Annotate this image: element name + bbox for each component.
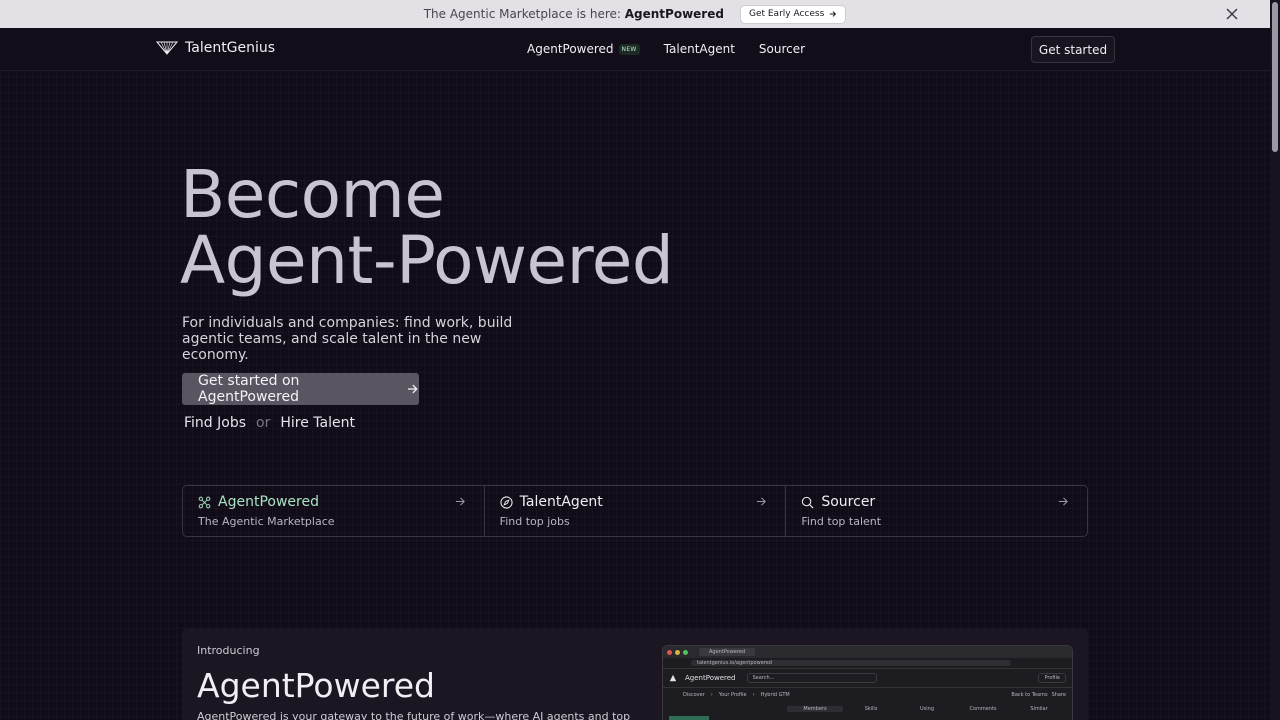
- mock-share: Share: [1051, 692, 1066, 698]
- scrollbar-thumb[interactable]: [1272, 2, 1278, 152]
- close-icon[interactable]: [1224, 6, 1240, 22]
- nav-links: AgentPowered NEW TalentAgent Sourcer: [527, 42, 805, 56]
- announcement-text: The Agentic Marketplace is here: AgentPo…: [423, 7, 724, 21]
- mock-subtab: Members: [787, 706, 843, 712]
- product-name: AgentPowered: [218, 494, 319, 510]
- nav-item-label: AgentPowered: [527, 42, 614, 56]
- mock-crumb: Your Profile: [718, 692, 747, 698]
- compass-icon: [500, 495, 513, 509]
- mock-breadcrumbs: Discover › Your Profile › Hybrid GTM Bac…: [683, 692, 1066, 698]
- logo-text: TalentGenius: [185, 40, 276, 56]
- mock-crumb: Hybrid GTM: [760, 692, 790, 698]
- product-cards: AgentPowered The Agentic Marketplace Tal…: [182, 485, 1088, 537]
- hero-subtitle: For individuals and companies: find work…: [182, 315, 513, 363]
- get-early-access-button[interactable]: Get Early Access: [739, 4, 847, 24]
- product-name: Sourcer: [821, 494, 876, 510]
- get-started-button[interactable]: Get started: [1031, 36, 1115, 63]
- get-started-agentpowered-button[interactable]: Get started on AgentPowered: [182, 373, 419, 405]
- hero-button-label: Get started on AgentPowered: [198, 373, 300, 405]
- announcement-highlight: AgentPowered: [624, 7, 724, 21]
- mock-team-tag: [669, 716, 709, 720]
- mock-search: Search...: [747, 673, 878, 683]
- product-desc: Find top jobs: [499, 515, 570, 528]
- nav-item-talentagent[interactable]: TalentAgent: [664, 42, 735, 56]
- mock-subtab: Similar: [1030, 706, 1048, 712]
- arrow-right-icon: [830, 11, 837, 17]
- mock-profile: Profile: [1038, 673, 1066, 683]
- intro-body: AgentPowered is your gateway to the futu…: [197, 710, 631, 720]
- mock-appbar: AgentPowered Search... Profile: [663, 669, 1072, 688]
- intro-title: AgentPowered: [197, 666, 435, 705]
- arrow-right-icon: [757, 497, 767, 506]
- mock-subtab: Using: [920, 706, 934, 712]
- hero-title-line1: Become: [180, 156, 445, 233]
- arrow-right-icon: [455, 497, 465, 506]
- nav-item-label: TalentAgent: [663, 42, 735, 56]
- mock-back: Back to Teams: [1011, 692, 1048, 698]
- product-card-sourcer[interactable]: Sourcer Find top talent: [786, 486, 1087, 536]
- search-icon: [802, 496, 814, 508]
- product-desc: The Agentic Marketplace: [198, 515, 335, 528]
- network-icon: [198, 496, 211, 508]
- mock-subtab: Comments: [969, 706, 997, 712]
- or-text: or: [256, 415, 271, 431]
- announcement-bar: The Agentic Marketplace is here: AgentPo…: [0, 0, 1270, 28]
- talentgenius-logo-icon: [156, 41, 178, 55]
- mock-tab: AgentPowered: [699, 648, 756, 656]
- new-badge: NEW: [618, 43, 640, 55]
- hero-title-line2: Agent-Powered: [180, 222, 674, 299]
- arrow-right-icon: [1058, 497, 1068, 506]
- product-desc: Find top talent: [801, 515, 882, 528]
- product-card-talentagent[interactable]: TalentAgent Find top jobs: [485, 486, 787, 536]
- mock-url: talentgenius.io/agentpowered: [691, 660, 1011, 666]
- product-screenshot: AgentPowered talentgenius.io/agentpowere…: [662, 645, 1073, 720]
- intro-eyebrow: Introducing: [197, 644, 260, 657]
- page-scrollbar[interactable]: [1270, 0, 1280, 720]
- hire-talent-link[interactable]: Hire Talent: [280, 415, 355, 431]
- find-jobs-link[interactable]: Find Jobs: [184, 415, 246, 431]
- hero-links: Find Jobs or Hire Talent: [184, 415, 355, 431]
- mock-tabbar: AgentPowered: [663, 646, 1072, 658]
- mock-urlbar: talentgenius.io/agentpowered: [663, 658, 1072, 669]
- logo[interactable]: TalentGenius: [156, 40, 275, 56]
- mock-app-name: AgentPowered: [685, 674, 736, 682]
- mock-crumb: Discover: [683, 692, 705, 698]
- product-card-agentpowered[interactable]: AgentPowered The Agentic Marketplace: [183, 486, 485, 536]
- nav-item-sourcer[interactable]: Sourcer: [759, 42, 805, 56]
- mock-subtab: Skills: [864, 706, 878, 712]
- mock-subtabs: Members Skills Using Comments Similar: [787, 702, 1072, 716]
- app-logo-icon: [669, 674, 677, 682]
- intro-section: Introducing AgentPowered AgentPowered is…: [182, 628, 1088, 720]
- product-name: TalentAgent: [519, 494, 603, 510]
- arrow-right-icon: [408, 384, 418, 394]
- nav-item-agentpowered[interactable]: AgentPowered NEW: [527, 42, 640, 56]
- hero-title: Become Agent-Powered: [180, 156, 674, 299]
- get-early-access-label: Get Early Access: [748, 9, 825, 19]
- navbar: TalentGenius AgentPowered NEW TalentAgen…: [0, 28, 1270, 71]
- nav-item-label: Sourcer: [758, 42, 806, 56]
